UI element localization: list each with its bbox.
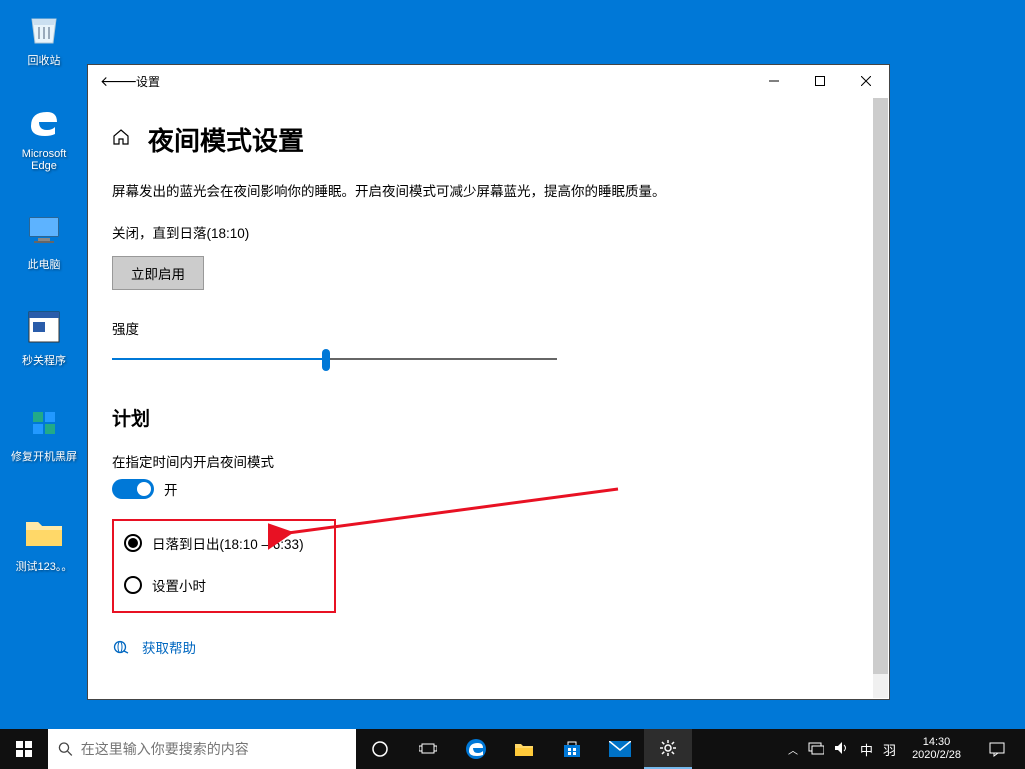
status-text: 关闭，直到日落(18:10) <box>112 222 672 242</box>
slider-thumb[interactable] <box>322 349 330 371</box>
cortana-icon[interactable] <box>356 729 404 769</box>
minimize-button[interactable] <box>751 65 797 97</box>
volume-icon[interactable] <box>834 741 850 758</box>
settings-taskbar-icon[interactable] <box>644 729 692 769</box>
help-link[interactable]: 获取帮助 <box>142 637 196 657</box>
store-taskbar-icon[interactable] <box>548 729 596 769</box>
help-icon <box>112 638 130 656</box>
desktop-icon-label: Microsoft Edge <box>8 148 80 172</box>
desktop-icon-label: 此电脑 <box>28 256 61 272</box>
taskview-icon[interactable] <box>404 729 452 769</box>
search-icon <box>58 741 73 757</box>
desktop-icon-seckill[interactable]: 秒关程序 <box>8 306 80 368</box>
desktop-icon-label: 秒关程序 <box>22 352 66 368</box>
time-text: 14:30 <box>923 736 951 749</box>
folder-icon <box>23 512 65 554</box>
date-text: 2020/2/28 <box>912 749 961 762</box>
desktop-icon-label: 修复开机黑屏 <box>11 448 77 464</box>
content-area: 夜间模式设置 屏幕发出的蓝光会在夜间影响你的睡眠。开启夜间模式可减少屏幕蓝光，提… <box>88 97 889 699</box>
desktop-icon-recycle-bin[interactable]: 回收站 <box>8 6 80 68</box>
desktop-icon-edge[interactable]: Microsoft Edge <box>8 102 80 172</box>
search-box[interactable] <box>48 729 356 769</box>
enable-now-button[interactable]: 立即启用 <box>112 256 204 290</box>
toggle-state-label: 开 <box>164 479 178 499</box>
search-input[interactable] <box>81 741 346 757</box>
settings-window: 🡐 设置 夜间模式设置 屏幕发出的蓝光会在夜间影响你的睡眠。开启夜间模式可减少屏… <box>87 64 890 700</box>
clock[interactable]: 14:30 2020/2/28 <box>906 736 967 762</box>
ime-indicator[interactable]: 中 <box>860 740 873 759</box>
notification-icon[interactable] <box>977 741 1017 757</box>
page-title: 夜间模式设置 <box>148 121 304 158</box>
start-button[interactable] <box>0 729 48 769</box>
radio-label: 日落到日出(18:10 – 6:33) <box>152 533 304 553</box>
window-title: 设置 <box>128 73 751 90</box>
desktop-icon-testfolder[interactable]: 测试123。。 <box>8 512 80 574</box>
app-icon <box>23 402 65 444</box>
plan-heading: 计划 <box>112 404 672 431</box>
titlebar: 🡐 设置 <box>88 65 889 97</box>
maximize-button[interactable] <box>797 65 843 97</box>
desktop-icon-label: 回收站 <box>28 52 61 68</box>
close-button[interactable] <box>843 65 889 97</box>
scroll-thumb[interactable] <box>873 98 888 674</box>
desktop-icon-fixboot[interactable]: 修复开机黑屏 <box>8 402 80 464</box>
radio-sunset[interactable]: 日落到日出(18:10 – 6:33) <box>124 533 320 553</box>
explorer-taskbar-icon[interactable] <box>500 729 548 769</box>
desktop-icon-label: 测试123。。 <box>16 558 73 574</box>
taskbar: ︿ 中 羽 14:30 2020/2/28 <box>0 729 1025 769</box>
ime-indicator-2[interactable]: 羽 <box>883 740 896 759</box>
schedule-label: 在指定时间内开启夜间模式 <box>112 451 672 471</box>
description: 屏幕发出的蓝光会在夜间影响你的睡眠。开启夜间模式可减少屏幕蓝光，提高你的睡眠质量… <box>112 182 672 202</box>
edge-icon <box>23 102 65 144</box>
radio-group-annotation: 日落到日出(18:10 – 6:33) 设置小时 <box>112 519 336 613</box>
strength-label: 强度 <box>112 318 672 338</box>
edge-taskbar-icon[interactable] <box>452 729 500 769</box>
schedule-toggle[interactable] <box>112 479 154 499</box>
home-icon[interactable] <box>112 128 130 151</box>
desktop-icon-this-pc[interactable]: 此电脑 <box>8 210 80 272</box>
radio-label: 设置小时 <box>152 575 206 595</box>
app-icon <box>23 306 65 348</box>
slider-fill <box>112 358 326 360</box>
radio-icon <box>124 576 142 594</box>
back-button[interactable]: 🡐 <box>100 73 128 90</box>
task-icons <box>356 729 692 769</box>
recycle-bin-icon <box>23 6 65 48</box>
radio-icon <box>124 534 142 552</box>
this-pc-icon <box>23 210 65 252</box>
radio-set-hours[interactable]: 设置小时 <box>124 575 320 595</box>
system-tray: ︿ 中 羽 14:30 2020/2/28 <box>780 736 1025 762</box>
strength-slider[interactable] <box>112 346 557 374</box>
mail-taskbar-icon[interactable] <box>596 729 644 769</box>
scrollbar[interactable] <box>873 98 888 698</box>
tray-chevron-icon[interactable]: ︿ <box>788 742 798 757</box>
network-icon[interactable] <box>808 741 824 758</box>
